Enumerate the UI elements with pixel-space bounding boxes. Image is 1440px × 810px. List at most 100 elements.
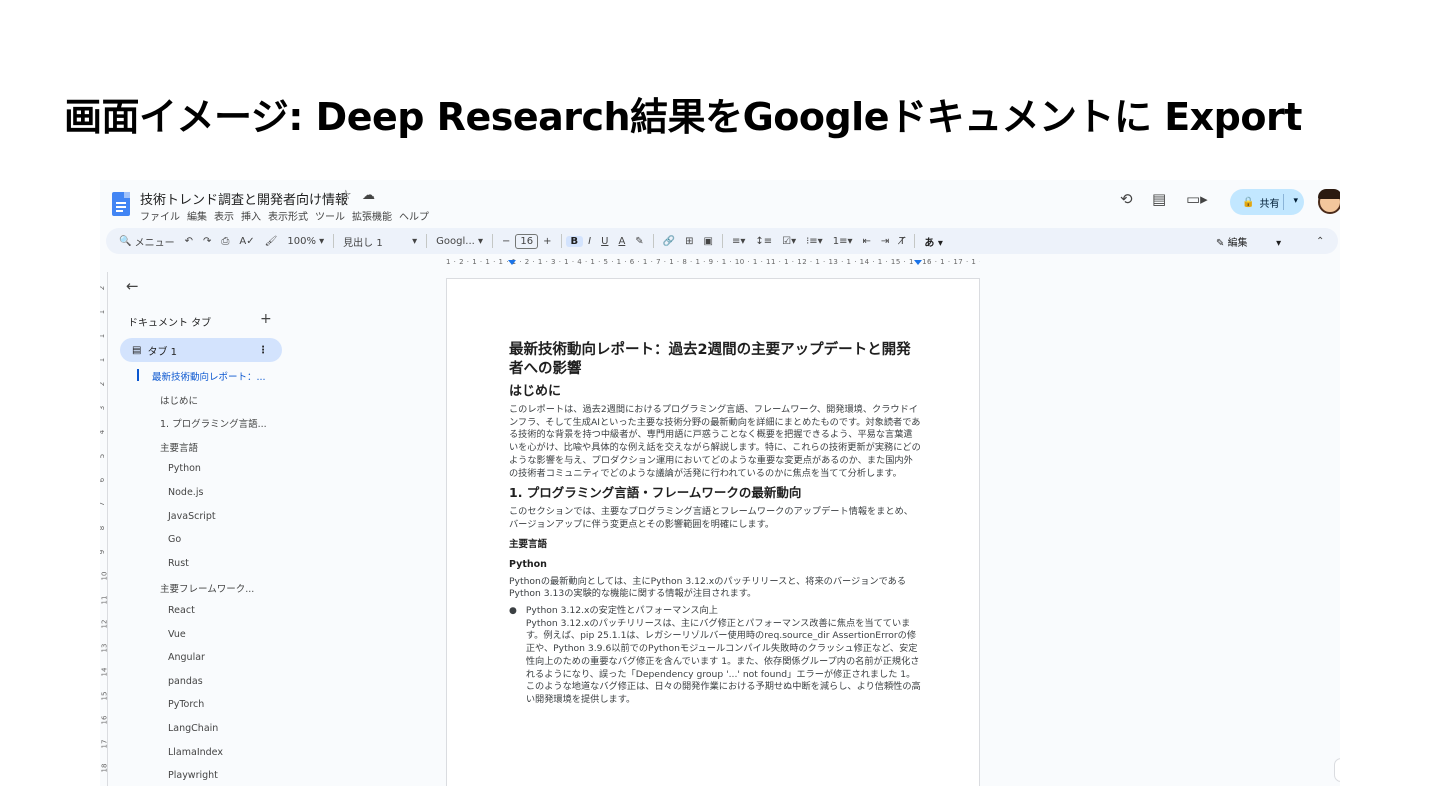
avatar[interactable] (1318, 189, 1340, 214)
bullet-text: Python 3.12.xのパッチリリースは、主にバグ修正とパフォーマンス改善に… (525, 617, 921, 705)
toolbar-divider (721, 234, 723, 248)
undo-icon[interactable]: ↶ (180, 236, 198, 247)
outline-item[interactable]: pandas (168, 676, 203, 687)
font-size-input[interactable]: 16 (515, 233, 539, 249)
languages-heading[interactable]: 主要言語 (509, 538, 921, 552)
input-tools-icon[interactable]: あ ▾ (919, 234, 948, 249)
menu-file[interactable]: ファイル (140, 208, 180, 223)
section1-paragraph[interactable]: このセクションでは、主要なプログラミング言語とフレームワークのアップデート情報を… (509, 506, 921, 531)
comment-add-icon[interactable]: ⊞ (680, 236, 698, 247)
bullet-list-icon[interactable]: ⁝≡▾ (801, 236, 828, 247)
outline-item[interactable]: LlamaIndex (168, 747, 223, 758)
share-button[interactable]: 🔒 共有 ▾ (1230, 189, 1304, 215)
font-select[interactable]: Googl... ▾ (431, 236, 488, 247)
font-value: Googl... (436, 235, 475, 247)
right-indent-marker[interactable] (914, 260, 922, 265)
italic-icon[interactable]: I (583, 236, 596, 247)
bullet-icon: ● (509, 606, 517, 617)
comments-icon[interactable]: ▤ (1152, 190, 1166, 208)
bold-icon[interactable]: B (565, 235, 584, 247)
document-heading[interactable]: 最新技術動向レポート：過去2週間の主要アップデートと開発者への影響 (509, 341, 921, 379)
left-indent-marker[interactable] (508, 260, 516, 265)
intro-heading[interactable]: はじめに (509, 383, 921, 401)
outline-item[interactable]: Vue (168, 629, 186, 640)
section1-heading[interactable]: 1. プログラミング言語・フレームワークの最新動向 (509, 484, 921, 502)
collapse-toolbar-icon[interactable]: ⌃ (1316, 236, 1324, 247)
intro-paragraph[interactable]: このレポートは、過去2週間におけるプログラミング言語、フレームワーク、開発環境、… (509, 404, 921, 480)
outline-item[interactable]: JavaScript (168, 511, 216, 522)
paint-format-icon[interactable]: 🖌 (260, 236, 283, 247)
document-body[interactable]: 最新技術動向レポート：過去2週間の主要アップデートと開発者への影響 はじめに こ… (509, 341, 921, 707)
outline-item[interactable]: Go (168, 534, 181, 545)
outline-item[interactable]: Python (168, 463, 201, 474)
outline-item[interactable]: Node.js (168, 487, 203, 498)
text-color-icon[interactable]: A (613, 236, 630, 247)
zoom-select[interactable]: 100% ▾ (282, 236, 329, 247)
zoom-value: 100% (287, 235, 316, 247)
print-icon[interactable]: ⎙ (216, 236, 234, 247)
google-docs-window: 技術トレンド調査と開発者向け情報 ☆ ☁ ファイル 編集 表示 挿入 表示形式 … (100, 180, 1340, 786)
document-title[interactable]: 技術トレンド調査と開発者向け情報 (140, 189, 348, 208)
list-item[interactable]: ● Python 3.12.xの安定性とパフォーマンス向上 Python 3.1… (509, 605, 921, 707)
menu-bar: ファイル 編集 表示 挿入 表示形式 ツール 拡張機能 ヘルプ (140, 208, 429, 223)
image-icon[interactable]: ▣ (699, 236, 718, 247)
document-tabs-label: ドキュメント タブ (128, 318, 212, 329)
font-size-decrease[interactable]: − (497, 236, 515, 247)
docs-logo-icon[interactable] (112, 192, 130, 216)
python-paragraph[interactable]: Pythonの最新動向としては、主にPython 3.12.xのパッチリリースと… (509, 576, 921, 601)
python-heading[interactable]: Python (509, 558, 921, 572)
clear-format-icon[interactable]: T̸ (894, 236, 910, 247)
back-arrow-icon[interactable]: ← (126, 277, 139, 295)
editing-mode-label: 編集 (1227, 237, 1248, 249)
outline-item[interactable]: 1. プログラミング言語... (160, 416, 267, 430)
indent-decrease-icon[interactable]: ⇤ (857, 236, 875, 247)
underline-icon[interactable]: U (596, 236, 613, 247)
scroll-handle[interactable] (1334, 758, 1340, 782)
outline-item[interactable]: Rust (168, 558, 189, 569)
numbered-list-icon[interactable]: 1≡▾ (828, 236, 858, 247)
outline-item[interactable]: 主要言語 (160, 440, 198, 454)
more-options-icon[interactable]: ⋮ (258, 345, 268, 356)
font-size-increase[interactable]: + (538, 236, 556, 247)
outline-item[interactable]: はじめに (160, 393, 198, 407)
outline-item[interactable]: React (168, 605, 195, 616)
chevron-down-icon[interactable]: ▾ (1293, 196, 1298, 206)
line-spacing-icon[interactable]: ↕≡ (750, 236, 777, 247)
document-page[interactable]: 最新技術動向レポート：過去2週間の主要アップデートと開発者への影響 はじめに こ… (446, 278, 980, 786)
tab-1[interactable]: ▤ タブ 1 ⋮ (120, 338, 282, 362)
indent-increase-icon[interactable]: ⇥ (876, 236, 894, 247)
star-icon[interactable]: ☆ (340, 188, 352, 203)
style-value: 見出し 1 (343, 237, 383, 249)
link-icon[interactable]: 🔗 (658, 236, 680, 247)
search-menu-button[interactable]: 🔍 メニュー (114, 234, 180, 249)
lock-icon: 🔒 (1242, 196, 1255, 208)
outline-item[interactable]: 主要フレームワーク... (160, 581, 254, 595)
history-icon[interactable]: ⟲ (1120, 190, 1133, 208)
menu-edit[interactable]: 編集 (187, 208, 207, 223)
menu-format[interactable]: 表示形式 (268, 208, 308, 223)
spellcheck-icon[interactable]: A✓ (234, 236, 259, 247)
share-separator (1283, 194, 1284, 210)
meet-icon[interactable]: ▭▸ (1186, 190, 1208, 208)
outline-item[interactable]: LangChain (168, 723, 218, 734)
cloud-status-icon[interactable]: ☁ (362, 188, 375, 203)
editing-mode-select[interactable]: ✎ 編集 ▾ (1216, 234, 1281, 249)
toolbar-divider (914, 234, 916, 248)
toolbar: 🔍 メニュー ↶ ↷ ⎙ A✓ 🖌 100% ▾ 見出し 1 ▾ Googl...… (106, 228, 1338, 254)
checklist-icon[interactable]: ☑▾ (777, 236, 801, 247)
outline-item[interactable]: Angular (168, 652, 205, 663)
style-select[interactable]: 見出し 1 ▾ (338, 234, 422, 249)
menu-help[interactable]: ヘルプ (399, 208, 429, 223)
outline-item[interactable]: Playwright (168, 770, 218, 781)
share-label: 共有 (1259, 198, 1280, 210)
menu-extensions[interactable]: 拡張機能 (352, 208, 392, 223)
menu-tools[interactable]: ツール (315, 208, 345, 223)
align-icon[interactable]: ≡▾ (727, 236, 750, 247)
highlight-icon[interactable]: ✎ (630, 236, 648, 247)
menu-view[interactable]: 表示 (214, 208, 234, 223)
menu-insert[interactable]: 挿入 (241, 208, 261, 223)
add-tab-icon[interactable]: + (260, 311, 272, 327)
outline-item[interactable]: 最新技術動向レポート：... (152, 369, 266, 383)
redo-icon[interactable]: ↷ (198, 236, 216, 247)
outline-item[interactable]: PyTorch (168, 699, 204, 710)
